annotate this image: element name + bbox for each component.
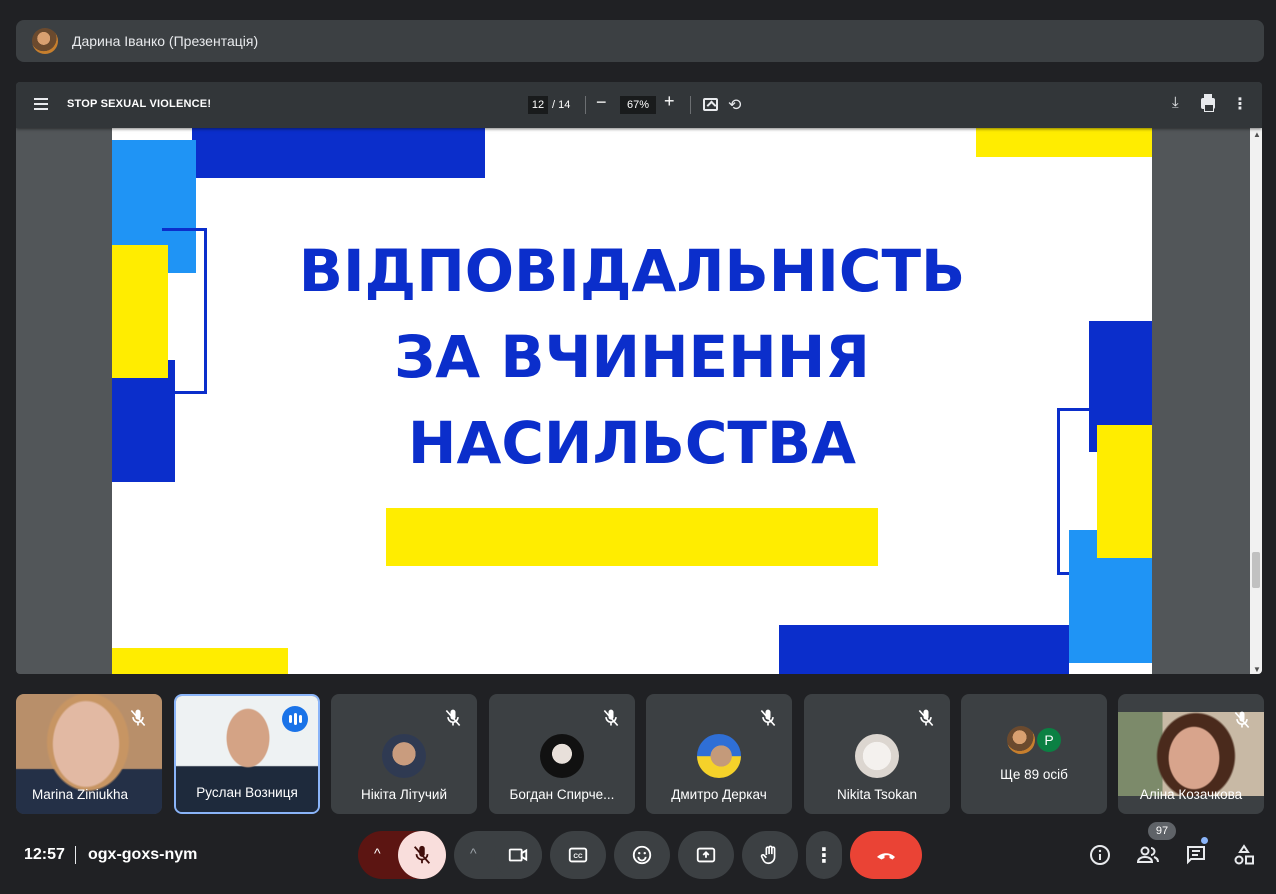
call-end-icon [877, 853, 895, 860]
scroll-up-icon[interactable]: ▲ [1253, 130, 1261, 139]
participant-tile[interactable]: Богдан Спирче... [489, 694, 635, 814]
meeting-details-button[interactable] [1087, 842, 1113, 868]
slide-title: ВІДПОВІДАЛЬНІСТЬ ЗА ВЧИНЕННЯ НАСИЛЬСТВА [112, 228, 1152, 486]
people-button[interactable] [1135, 842, 1161, 868]
activities-icon [1234, 844, 1254, 865]
meet-window: Дарина Іванко (Презентація) STOP SEXUAL … [0, 0, 1276, 894]
captions-button[interactable]: CC [550, 831, 606, 879]
activities-button[interactable] [1231, 842, 1257, 868]
avatar [855, 734, 899, 778]
people-count-badge: 97 [1148, 822, 1176, 840]
slide-decoration [1097, 530, 1152, 558]
presenter-bar: Дарина Іванко (Презентація) [16, 20, 1264, 62]
mic-off-icon [758, 708, 778, 728]
chat-notification-dot [1201, 837, 1208, 844]
participant-tile[interactable]: Дмитро Деркач [646, 694, 792, 814]
pdf-scrollbar[interactable]: ▲ ▼ [1250, 128, 1262, 674]
avatar [1007, 726, 1035, 754]
participant-name: Дмитро Деркач [671, 787, 767, 802]
scroll-thumb[interactable] [1252, 552, 1260, 588]
participant-name: Nikita Tsokan [836, 787, 918, 802]
zoom-out-button[interactable]: − [596, 92, 607, 113]
mic-off-icon [128, 708, 148, 728]
fit-page-icon[interactable] [703, 98, 718, 111]
mic-toggle-button[interactable] [398, 831, 446, 879]
slide-title-line-3: НАСИЛЬСТВА [407, 409, 857, 477]
participant-tile[interactable]: Руслан Возниця [174, 694, 320, 814]
closed-captions-icon: CC [568, 847, 588, 863]
mic-off-icon [1232, 710, 1252, 730]
svg-text:CC: CC [573, 853, 583, 860]
participant-name: Богдан Спирче... [509, 787, 615, 802]
slide-title-line-1: ВІДПОВІДАЛЬНІСТЬ [298, 237, 966, 305]
emoji-icon [632, 845, 652, 865]
slide-yellow-bar [386, 508, 878, 566]
more-participants-tile[interactable]: P Ще 89 осіб [961, 694, 1107, 814]
zoom-in-button[interactable]: + [664, 91, 675, 112]
meeting-code: ogx-goxs-nym [88, 846, 198, 863]
avatar [697, 734, 741, 778]
print-icon[interactable] [1201, 94, 1215, 112]
slide-decoration [976, 128, 1152, 157]
raise-hand-button[interactable] [742, 831, 798, 879]
menu-icon[interactable] [34, 98, 48, 110]
camera-control-group: ^ [454, 831, 542, 879]
avatar [540, 734, 584, 778]
toolbar-divider [585, 96, 586, 114]
reactions-button[interactable] [614, 831, 670, 879]
toolbar-divider [690, 96, 691, 114]
pdf-viewer: STOP SEXUAL VIOLENCE! 12 / 14 − 67% + ⟲ … [16, 82, 1262, 674]
slide-decoration [112, 648, 288, 674]
page-number-input[interactable]: 12 [528, 96, 548, 114]
leave-call-button[interactable] [850, 831, 922, 879]
participant-tile[interactable]: Аліна Козачкова [1118, 694, 1264, 814]
more-vert-icon[interactable]: ⋮ [1232, 94, 1248, 114]
videocam-icon [508, 848, 528, 862]
chat-icon [1187, 846, 1205, 865]
mic-off-icon [601, 708, 621, 728]
hand-icon [760, 845, 776, 865]
slide-decoration [192, 128, 485, 178]
mic-off-icon [916, 708, 936, 728]
participant-name: Нікіта Літучий [360, 787, 447, 802]
mic-off-icon [413, 845, 431, 864]
zoom-level-input[interactable]: 67% [620, 96, 656, 114]
participant-tile[interactable]: Nikita Tsokan [804, 694, 950, 814]
slide-decoration [779, 625, 1069, 674]
slide-title-line-2: ЗА ВЧИНЕННЯ [394, 323, 870, 391]
present-button[interactable] [678, 831, 734, 879]
people-icon [1136, 846, 1159, 863]
download-icon[interactable]: ⤓ [1172, 94, 1179, 111]
slide-page: ВІДПОВІДАЛЬНІСТЬ ЗА ВЧИНЕННЯ НАСИЛЬСТВА [112, 128, 1152, 674]
pdf-toolbar: STOP SEXUAL VIOLENCE! 12 / 14 − 67% + ⟲ … [16, 82, 1262, 128]
present-screen-icon [696, 847, 716, 863]
more-participants-label: Ще 89 осіб [1000, 767, 1068, 782]
participant-name: Marina Ziniukha [32, 787, 129, 802]
chat-button[interactable] [1183, 842, 1209, 868]
presenter-avatar [32, 28, 58, 54]
more-vert-icon: ⋮ [814, 844, 834, 867]
clock: 12:57 [24, 846, 65, 863]
speaking-indicator-icon [282, 706, 308, 732]
camera-toggle-button[interactable] [494, 831, 542, 879]
avatar [382, 734, 426, 778]
presenter-name: Дарина Іванко (Презентація) [72, 33, 259, 49]
chevron-up-icon[interactable]: ^ [470, 845, 477, 861]
mic-control-group: ^ [358, 831, 446, 879]
chevron-up-icon[interactable]: ^ [374, 845, 381, 861]
divider [75, 846, 76, 864]
mic-off-icon [443, 708, 463, 728]
rotate-icon[interactable]: ⟲ [728, 95, 741, 115]
participant-tile[interactable]: Marina Ziniukha [16, 694, 162, 814]
scroll-down-icon[interactable]: ▼ [1253, 665, 1261, 674]
participant-tile[interactable]: Нікіта Літучий [331, 694, 477, 814]
document-title: STOP SEXUAL VIOLENCE! [67, 98, 212, 110]
page-total: / 14 [552, 99, 571, 111]
info-icon [1090, 845, 1110, 865]
participant-name: Аліна Козачкова [1139, 787, 1243, 802]
avatar-letter: P [1035, 726, 1063, 754]
participant-name: Руслан Возниця [196, 785, 298, 800]
more-options-button[interactable]: ⋮ [806, 831, 842, 879]
